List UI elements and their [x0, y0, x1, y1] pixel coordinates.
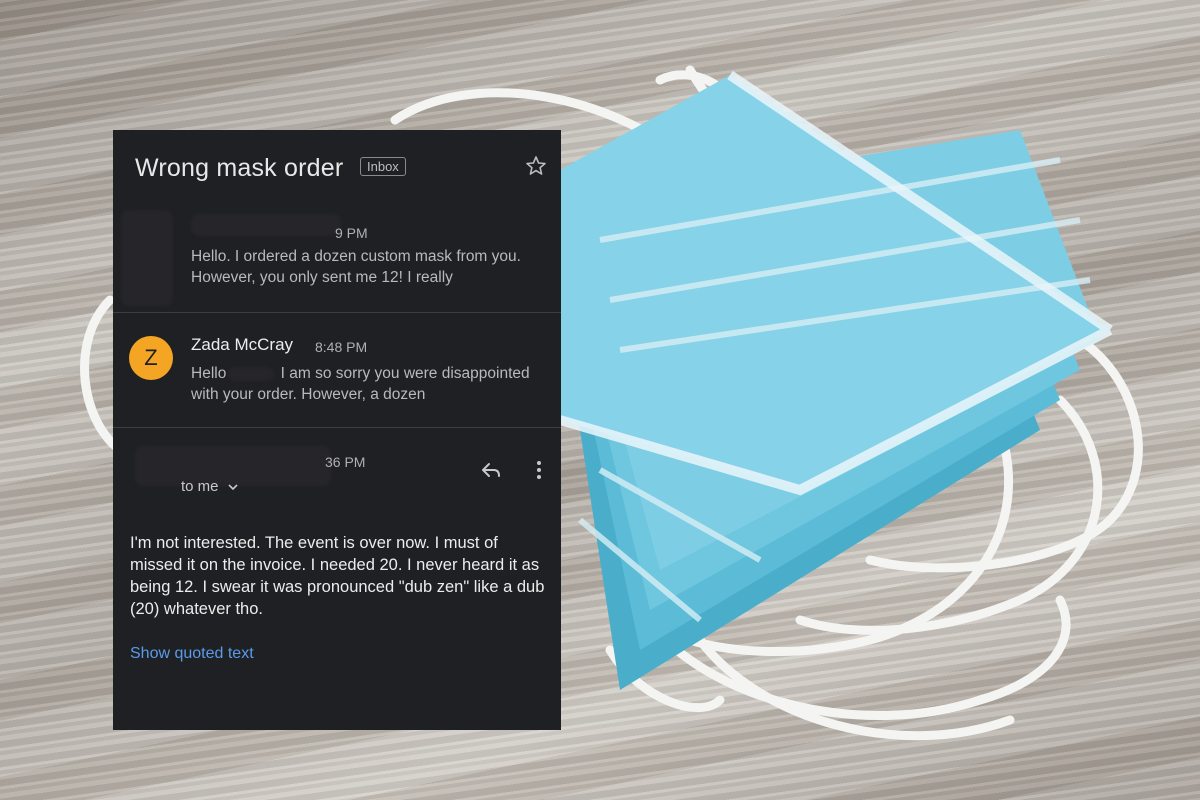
chevron-down-icon — [228, 484, 238, 491]
sender-name: Zada McCray — [191, 335, 294, 354]
redacted-sender — [191, 214, 341, 236]
email-subject: Wrong mask order — [135, 154, 344, 182]
message-time: 8:48 PM — [315, 339, 368, 355]
reply-icon[interactable] — [479, 458, 503, 482]
message-body: I'm not interested. The event is over no… — [130, 534, 545, 618]
inbox-label-badge[interactable]: Inbox — [360, 157, 406, 176]
star-outline-icon[interactable] — [524, 154, 548, 178]
recipient-toggle[interactable]: to me — [181, 478, 239, 495]
recipient-label: to me — [181, 478, 219, 495]
message-time: 36 PM — [325, 454, 366, 470]
redacted-avatar — [121, 210, 173, 306]
message-time: 9 PM — [335, 225, 368, 241]
email-header: Wrong mask order Inbox — [113, 130, 561, 210]
more-vertical-icon[interactable] — [527, 458, 551, 482]
snippet-greeting: Hello — [191, 365, 227, 382]
redacted-name — [228, 366, 275, 381]
avatar: Z — [129, 336, 173, 380]
message-collapsed-1[interactable]: 9 PM Hello. I ordered a dozen custom mas… — [113, 210, 561, 312]
show-quoted-text-link[interactable]: Show quoted text — [130, 645, 254, 663]
message-collapsed-2[interactable]: Z Zada McCray 8:48 PM Hello I am so sorr… — [113, 313, 561, 427]
message-snippet: Hello I am so sorry you were disappointe… — [191, 363, 551, 405]
message-snippet: Hello. I ordered a dozen custom mask fro… — [191, 248, 521, 286]
email-thread-panel: Wrong mask order Inbox 9 PM Hello. I ord… — [113, 130, 561, 730]
